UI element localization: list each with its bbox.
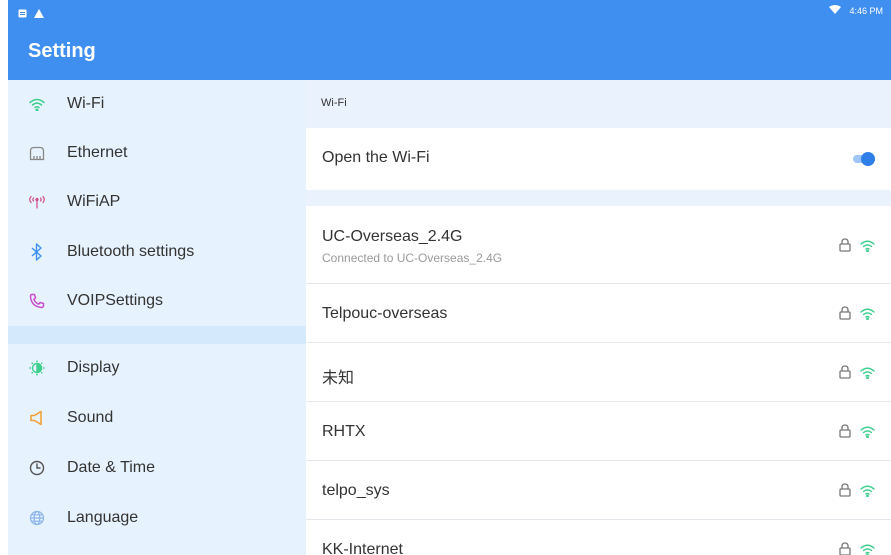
wifi-signal-icon (860, 239, 875, 253)
network-item[interactable]: Telpouc-overseas (306, 284, 891, 343)
sidebar-item-label: WiFiAP (67, 193, 121, 210)
sidebar-item-label: Ethernet (67, 144, 128, 161)
wifi-icon (26, 93, 48, 115)
hotspot-icon (26, 191, 48, 213)
settings-sidebar: Wi-Fi Ethernet WiFiAP Bluetooth settings (8, 80, 306, 555)
network-status: Connected to UC-Overseas_2.4G (322, 251, 503, 265)
network-item[interactable]: UC-Overseas_2.4G Connected to UC-Oversea… (306, 206, 891, 284)
sidebar-item-label: Display (67, 359, 120, 376)
sidebar-item-sound[interactable]: Sound (8, 394, 306, 442)
network-name: 未知 (322, 370, 355, 387)
sidebar-item-label: VOIPSettings (67, 292, 164, 309)
network-name: Telpouc-overseas (322, 305, 448, 322)
wifi-signal-icon (860, 543, 875, 555)
lock-icon (839, 306, 851, 320)
network-name: UC-Overseas_2.4G (322, 228, 463, 245)
sidebar-item-language[interactable]: Language (8, 494, 306, 542)
network-item[interactable]: RHTX (306, 402, 891, 461)
status-bar: 4:46 PM (8, 0, 891, 24)
lock-icon (839, 238, 851, 252)
globe-icon (26, 507, 48, 529)
lock-icon (839, 483, 851, 497)
warning-icon (34, 5, 44, 23)
wifi-toggle-switch[interactable] (853, 152, 875, 166)
display-icon (26, 357, 48, 379)
wifi-signal-icon (860, 484, 875, 498)
wifi-toggle-label: Open the Wi-Fi (322, 149, 430, 166)
network-name: KK-Internet (322, 541, 403, 555)
network-list: UC-Overseas_2.4G Connected to UC-Oversea… (306, 206, 891, 555)
wifi-signal-icon (860, 307, 875, 321)
bluetooth-icon (26, 241, 48, 263)
panel-header: Wi-Fi (321, 97, 347, 109)
lock-icon (839, 365, 851, 379)
sidebar-item-label: Sound (67, 409, 114, 426)
switch-knob (861, 152, 875, 166)
app-bar: Setting (8, 24, 891, 80)
wifi-signal-icon (860, 366, 875, 380)
phone-icon (26, 290, 48, 312)
network-name: RHTX (322, 423, 366, 440)
network-item[interactable]: telpo_sys (306, 461, 891, 520)
sidebar-item-display[interactable]: Display (8, 344, 306, 392)
clock-icon (26, 457, 48, 479)
wifi-toggle-row[interactable]: Open the Wi-Fi (306, 128, 891, 190)
sidebar-item-label: Language (67, 509, 139, 526)
sidebar-item-date-time[interactable]: Date & Time (8, 444, 306, 492)
network-name: telpo_sys (322, 482, 390, 499)
app-title: Setting (28, 40, 96, 62)
sound-icon (26, 407, 48, 429)
wifi-signal-icon (860, 425, 875, 439)
sidebar-item-label: Wi-Fi (67, 95, 105, 112)
lock-icon (839, 424, 851, 438)
wifi-settings-panel: Wi-Fi Open the Wi-Fi UC-Overseas_2.4G Co… (306, 80, 891, 555)
status-time: 4:46 PM (849, 5, 883, 16)
sidebar-item-label: Date & Time (67, 459, 156, 476)
lock-icon (839, 542, 851, 555)
sidebar-divider (8, 326, 306, 344)
network-item[interactable]: KK-Internet (306, 520, 891, 555)
network-item[interactable]: 未知 (306, 343, 891, 402)
sidebar-item-label: Bluetooth settings (67, 243, 195, 260)
wifi-signal-icon (829, 5, 842, 16)
ethernet-icon (26, 142, 48, 164)
sidebar-item-wifiap[interactable]: WiFiAP (8, 178, 306, 226)
sidebar-item-voip[interactable]: VOIPSettings (8, 277, 306, 325)
sidebar-item-wifi[interactable]: Wi-Fi (8, 80, 306, 128)
sidebar-item-ethernet[interactable]: Ethernet (8, 129, 306, 177)
notification-icon (18, 5, 27, 23)
sidebar-item-bluetooth[interactable]: Bluetooth settings (8, 228, 306, 276)
